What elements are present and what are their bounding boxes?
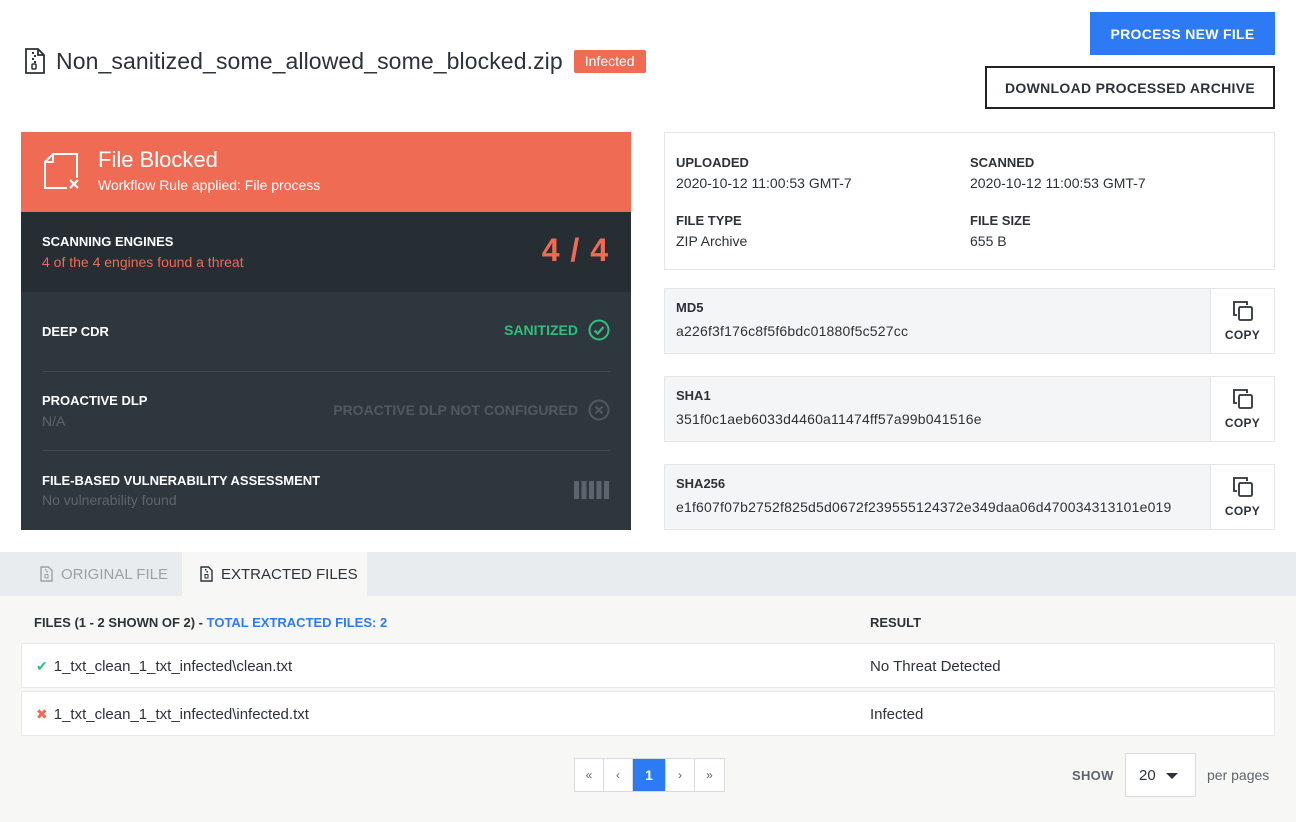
- check-circle-icon: [588, 319, 610, 341]
- files-count-text: FILES (1 - 2 SHOWN OF 2) -: [34, 615, 207, 630]
- page-size-value: 20: [1139, 766, 1156, 784]
- proactive-dlp-status-text: PROACTIVE DLP NOT CONFIGURED: [333, 402, 578, 418]
- sha1-box: SHA1 351f0c1aeb6033d4460a11474ff57a99b04…: [664, 376, 1275, 442]
- blocked-file-icon: [44, 153, 79, 189]
- proactive-dlp-row[interactable]: PROACTIVE DLP N/A PROACTIVE DLP NOT CONF…: [42, 372, 610, 450]
- file-title: Non_sanitized_some_allowed_some_blocked.…: [24, 46, 646, 76]
- file-row-name-text: 1_txt_clean_1_txt_infected\clean.txt: [53, 658, 293, 675]
- scanned-value: 2020-10-12 11:00:53 GMT-7: [970, 175, 1146, 191]
- caret-down-icon: [1166, 773, 1178, 779]
- sha256-box: SHA256 e1f607f07b2752f825d5d0672f2395551…: [664, 464, 1275, 530]
- proactive-dlp-label: PROACTIVE DLP: [42, 393, 148, 408]
- file-type-value: ZIP Archive: [676, 233, 748, 249]
- status-badge: Infected: [573, 49, 646, 73]
- total-extracted-link[interactable]: TOTAL EXTRACTED FILES: 2: [207, 615, 388, 630]
- scanning-engines-score: 4 / 4: [541, 232, 609, 268]
- vulnerability-bars-icon: [574, 481, 609, 499]
- table-row[interactable]: ✔ 1_txt_clean_1_txt_infected\clean.txt N…: [21, 643, 1275, 688]
- sha256-value[interactable]: e1f607f07b2752f825d5d0672f239555124372e3…: [676, 499, 1172, 515]
- scanning-engines-section[interactable]: SCANNING ENGINES 4 of the 4 engines foun…: [21, 212, 631, 292]
- prev-page-button[interactable]: ‹: [604, 759, 633, 791]
- table-row[interactable]: ✖ 1_txt_clean_1_txt_infected\infected.tx…: [21, 691, 1275, 736]
- copy-md5-button[interactable]: COPY: [1210, 289, 1274, 353]
- cross-icon: ✖: [36, 706, 48, 722]
- vulnerability-subtitle: No vulnerability found: [42, 492, 177, 508]
- check-icon: ✔: [36, 658, 48, 674]
- pagination: « ‹ 1 › »: [574, 758, 725, 792]
- file-row-name: ✔ 1_txt_clean_1_txt_infected\clean.txt: [36, 658, 292, 675]
- md5-label: MD5: [676, 300, 704, 315]
- copy-icon: [1232, 389, 1253, 409]
- file-size-value: 655 B: [970, 233, 1007, 249]
- proactive-dlp-status: PROACTIVE DLP NOT CONFIGURED: [333, 399, 610, 421]
- scanned-label: SCANNED: [970, 155, 1035, 170]
- file-type-label: FILE TYPE: [676, 213, 742, 228]
- file-icon: [40, 566, 53, 582]
- scanning-engines-subtitle: 4 of the 4 engines found a threat: [42, 254, 244, 270]
- verdict-title: File Blocked: [98, 147, 218, 172]
- file-tabs: ORIGINAL FILE EXTRACTED FILES: [0, 552, 1296, 596]
- deep-cdr-status-text: SANITIZED: [504, 322, 578, 338]
- file-row-name-text: 1_txt_clean_1_txt_infected\infected.txt: [53, 706, 309, 723]
- copy-icon: [1232, 301, 1253, 321]
- file-info-box: UPLOADED 2020-10-12 11:00:53 GMT-7 SCANN…: [664, 132, 1275, 270]
- result-heading: RESULT: [870, 615, 922, 630]
- process-new-file-button[interactable]: PROCESS NEW FILE: [1090, 12, 1275, 55]
- copy-label: COPY: [1224, 504, 1261, 518]
- copy-sha1-button[interactable]: COPY: [1210, 377, 1274, 441]
- tab-original-file[interactable]: ORIGINAL FILE: [22, 552, 182, 596]
- last-page-button[interactable]: »: [695, 759, 724, 791]
- first-page-button[interactable]: «: [575, 759, 604, 791]
- file-row-name: ✖ 1_txt_clean_1_txt_infected\infected.tx…: [36, 706, 309, 723]
- uploaded-label: UPLOADED: [676, 155, 749, 170]
- next-page-button[interactable]: ›: [666, 759, 695, 791]
- copy-sha256-button[interactable]: COPY: [1210, 465, 1274, 529]
- uploaded-value: 2020-10-12 11:00:53 GMT-7: [676, 175, 852, 191]
- files-heading: FILES (1 - 2 SHOWN OF 2) - TOTAL EXTRACT…: [34, 615, 387, 630]
- copy-label: COPY: [1224, 328, 1261, 342]
- verdict-banner: File Blocked Workflow Rule applied: File…: [21, 132, 631, 212]
- file-size-label: FILE SIZE: [970, 213, 1031, 228]
- md5-box: MD5 a226f3f176c8f5f6bdc01880f5c527cc COP…: [664, 288, 1275, 354]
- page-size-select[interactable]: 20: [1125, 753, 1196, 797]
- sha256-label: SHA256: [676, 476, 726, 491]
- file-size-cell: FILE SIZE 655 B: [970, 213, 1031, 249]
- tab-original-file-label: ORIGINAL FILE: [61, 565, 168, 583]
- vulnerability-label: FILE-BASED VULNERABILITY ASSESSMENT: [42, 473, 321, 488]
- file-icon: [200, 566, 213, 582]
- deep-cdr-row[interactable]: DEEP CDR SANITIZED: [42, 292, 610, 371]
- file-row-result: Infected: [870, 706, 924, 723]
- vulnerability-row[interactable]: FILE-BASED VULNERABILITY ASSESSMENT No v…: [42, 451, 610, 530]
- copy-label: COPY: [1224, 416, 1261, 430]
- deep-cdr-status: SANITIZED: [504, 319, 610, 341]
- vulnerability-status: [574, 480, 610, 500]
- file-name: Non_sanitized_some_allowed_some_blocked.…: [56, 47, 563, 74]
- proactive-dlp-subtitle: N/A: [42, 413, 66, 429]
- uploaded-cell: UPLOADED 2020-10-12 11:00:53 GMT-7: [676, 155, 852, 191]
- sha1-value[interactable]: 351f0c1aeb6033d4460a11474ff57a99b041516e: [676, 411, 982, 427]
- md5-value[interactable]: a226f3f176c8f5f6bdc01880f5c527cc: [676, 323, 908, 339]
- sha1-label: SHA1: [676, 388, 711, 403]
- technologies-panel: DEEP CDR SANITIZED PROACTIVE DLP N/A PRO…: [21, 292, 631, 530]
- file-row-result: No Threat Detected: [870, 658, 1001, 675]
- current-page-button[interactable]: 1: [633, 759, 666, 791]
- zip-file-icon: [25, 48, 45, 74]
- copy-icon: [1232, 477, 1253, 497]
- download-processed-archive-button[interactable]: DOWNLOAD PROCESSED ARCHIVE: [985, 66, 1275, 109]
- scanned-cell: SCANNED 2020-10-12 11:00:53 GMT-7: [970, 155, 1146, 191]
- tab-extracted-files[interactable]: EXTRACTED FILES: [182, 552, 367, 596]
- verdict-subtitle: Workflow Rule applied: File process: [98, 177, 321, 193]
- file-type-cell: FILE TYPE ZIP Archive: [676, 213, 747, 249]
- per-pages-label: per pages: [1207, 767, 1270, 783]
- x-circle-icon: [588, 399, 610, 421]
- deep-cdr-label: DEEP CDR: [42, 324, 109, 339]
- extracted-files-content: FILES (1 - 2 SHOWN OF 2) - TOTAL EXTRACT…: [0, 596, 1296, 822]
- tab-extracted-files-label: EXTRACTED FILES: [221, 565, 358, 583]
- show-label: SHOW: [1072, 768, 1114, 783]
- scanning-engines-label: SCANNING ENGINES: [42, 234, 174, 249]
